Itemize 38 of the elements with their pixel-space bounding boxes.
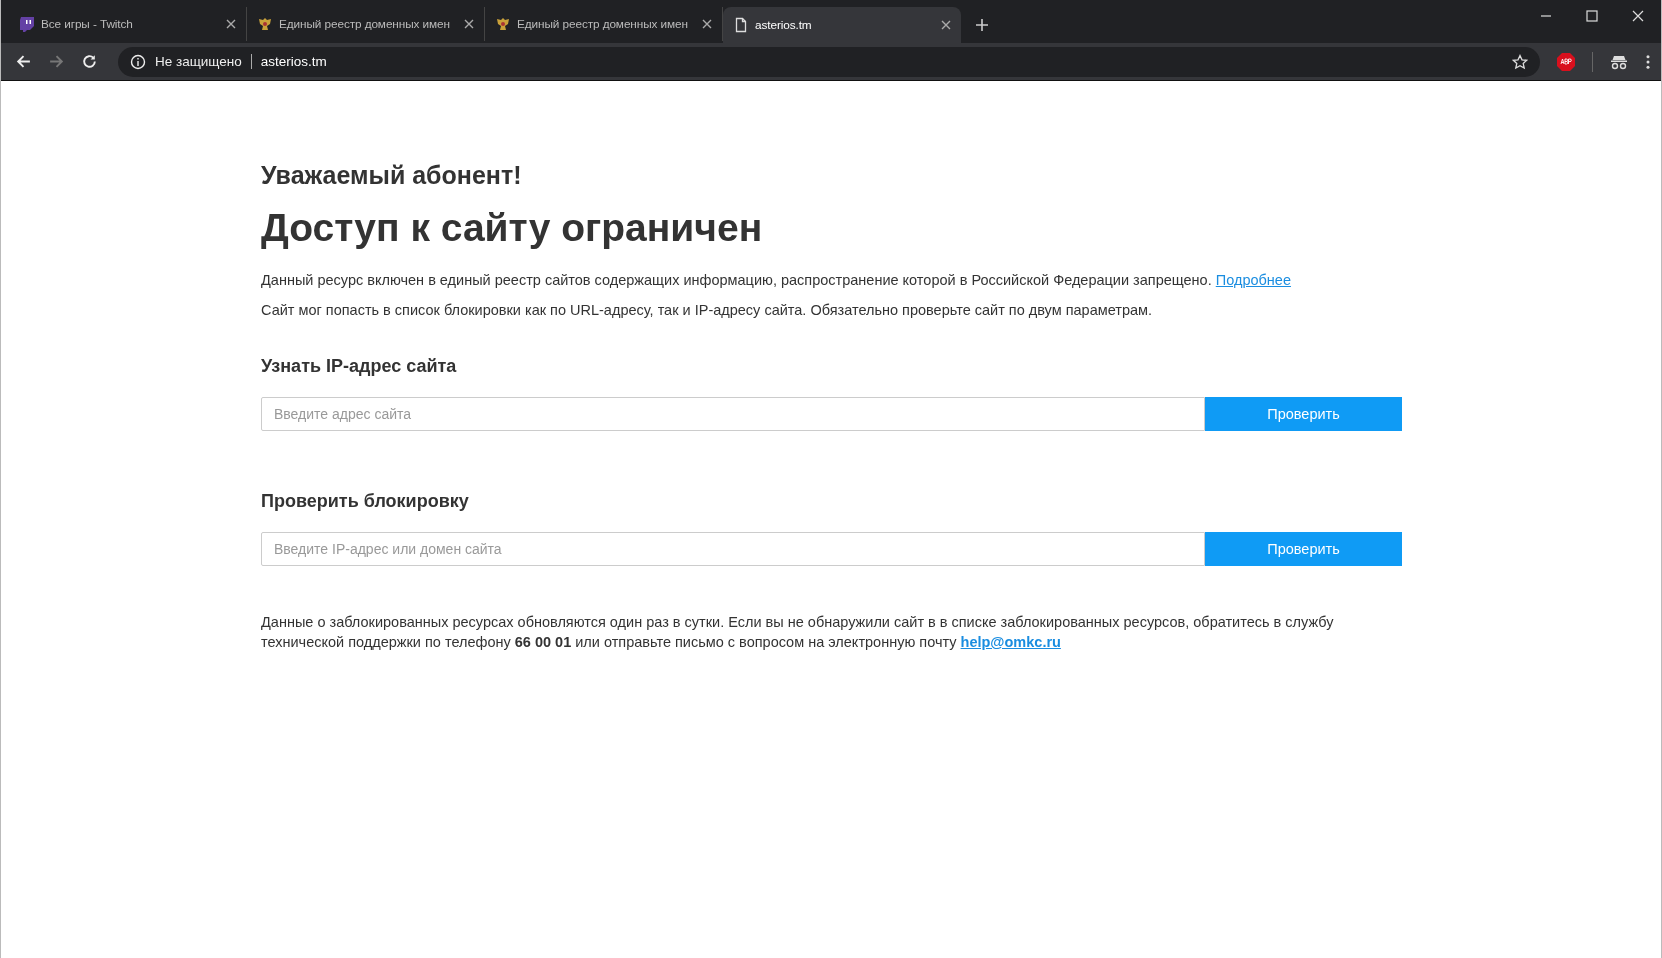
- plus-icon[interactable]: [975, 18, 989, 32]
- close-icon[interactable]: [702, 19, 712, 29]
- info-icon: [130, 53, 146, 70]
- chat-bubble-icon: [19, 16, 35, 32]
- page-title: Доступ к сайту ограничен: [261, 206, 764, 250]
- input-field[interactable]: Введите адрес сайта: [261, 397, 1205, 431]
- menu-icon[interactable]: [1645, 53, 1651, 70]
- forward-arrow-icon[interactable]: [48, 53, 65, 70]
- star-icon[interactable]: [1512, 53, 1528, 70]
- eagle-emblem-icon: [257, 16, 273, 32]
- greeting-heading: Уважаемый абонент!: [261, 161, 523, 190]
- security-label: Не защищено: [155, 54, 252, 69]
- footer-text: Данные о заблокированных ресурсах обновляются один раз в сутки. Если вы не обнаружили сайт в в списке заблокированных ресурсов, обратитесь в службу технической поддержки по телефону 66 00 01 или отправьте письмо с вопросом на электронную почту help@omkc.ru: [261, 613, 1335, 652]
- maximize-icon[interactable]: [1586, 10, 1598, 22]
- close-icon[interactable]: [941, 20, 951, 30]
- notice-text: Данный ресурс включен в единый реестр сайтов содержащих информацию, распространение которой в Российской Федерации запрещено. Подробнее: [261, 271, 1292, 290]
- close-icon[interactable]: [464, 19, 474, 29]
- browser-tab[interactable]: Единый реестр доменных имен: [247, 7, 485, 41]
- url-text: asterios.tm: [260, 54, 327, 69]
- more-link[interactable]: Подробнее: [1215, 272, 1291, 288]
- eagle-emblem-icon: [495, 16, 511, 32]
- back-arrow-icon[interactable]: [15, 53, 32, 70]
- hint-text: Сайт мог попасть в список блокировки как по URL-адресу, так и IP-адресу сайта. Обязательно проверьте сайт по двум параметрам.: [261, 301, 1154, 320]
- email-link[interactable]: help@omkc.ru: [960, 634, 1061, 650]
- document-icon: [733, 17, 749, 33]
- close-icon[interactable]: [226, 19, 236, 29]
- tab-title: Единый реестр доменных имен: [517, 17, 689, 31]
- tab-title: Единый реестр доменных имен: [279, 17, 451, 31]
- address-bar[interactable]: Не защищено asterios.tm: [118, 46, 1540, 77]
- tab-title: asterios.tm: [755, 18, 813, 32]
- reload-icon[interactable]: [81, 53, 98, 70]
- section-heading: Узнать IP-адрес сайта: [261, 356, 458, 377]
- tab-title: Все игры - Twitch: [41, 17, 134, 31]
- stop-sign-icon[interactable]: [1556, 51, 1576, 72]
- section-heading: Проверить блокировку: [261, 491, 470, 512]
- browser-tab[interactable]: asterios.tm: [723, 7, 961, 43]
- browser-tab[interactable]: Все игры - Twitch: [9, 7, 247, 41]
- input-field[interactable]: Введите IP-адрес или домен сайта: [261, 532, 1205, 566]
